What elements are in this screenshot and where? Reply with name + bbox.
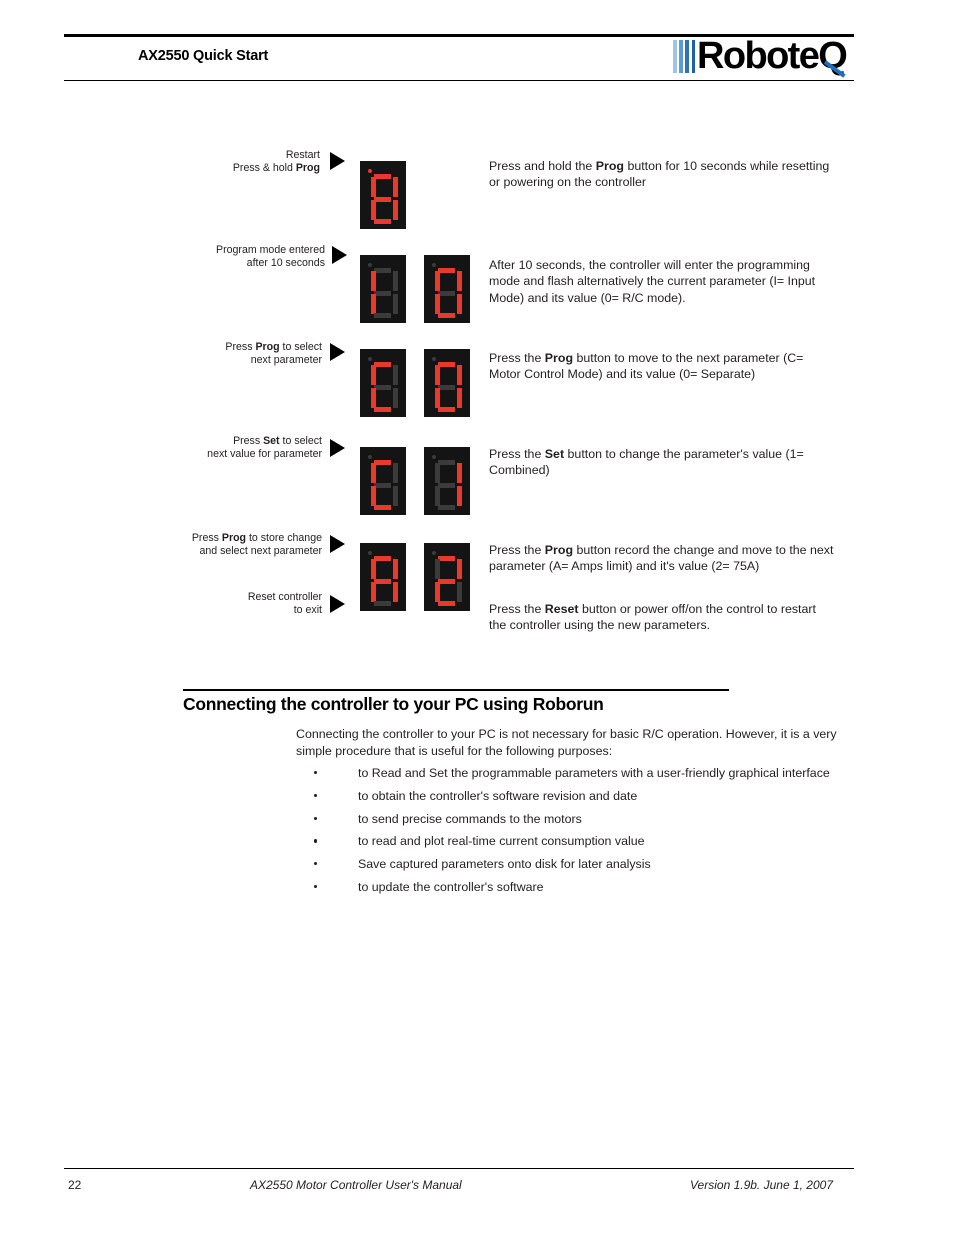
- step-5-caption-line-1: Press Prog to store change: [191, 532, 322, 544]
- list-item: to read and plot real-time current consu…: [312, 833, 857, 850]
- step-2-display-2: [424, 255, 470, 323]
- bullet-icon: [314, 862, 318, 866]
- list-item-text: to send precise commands to the motors: [358, 811, 582, 826]
- step-3-arrow-icon: [330, 343, 345, 361]
- list-item-text: to update the controller's software: [358, 879, 544, 894]
- step-4-display-2: [424, 447, 470, 515]
- list-item: to send precise commands to the motors: [312, 811, 857, 828]
- step-1-display-1: [360, 161, 406, 229]
- bullet-icon: [314, 793, 318, 797]
- step-5-caption-line-2: and select next parameter: [199, 545, 323, 557]
- step-2-display-1: [360, 255, 406, 323]
- step-4-caption-line-1: Press Set to select: [233, 435, 322, 447]
- bullet-icon: [314, 816, 318, 820]
- footer-page-number: 22: [68, 1178, 82, 1192]
- step-5-arrow-icon: [330, 535, 345, 553]
- step-4-description: Press the Set button to change the param…: [489, 447, 804, 478]
- step-3-display-1: [360, 349, 406, 417]
- step-2-arrow-icon: [332, 246, 347, 264]
- step-4-caption: Press Set to select next value for param…: [110, 435, 322, 461]
- step-4-display-1: [360, 447, 406, 515]
- footer-version: Version 1.9b. June 1, 2007: [690, 1178, 833, 1192]
- step-1-caption: Restart Press & hold Prog: [120, 149, 320, 175]
- step-5-display-1: [360, 543, 406, 611]
- step-5-display-2: [424, 543, 470, 611]
- step-1-arrow-icon: [330, 152, 345, 170]
- step-2-caption: Program mode entered after 10 seconds: [130, 244, 325, 270]
- step-1-description: Press and hold the Prog button for 10 se…: [489, 159, 830, 190]
- step-3-caption: Press Prog to select next parameter: [130, 341, 322, 367]
- step-6-caption-line-1: Reset controller: [247, 591, 322, 603]
- step-3-description: Press the Prog button to move to the nex…: [489, 351, 804, 382]
- section-rule: [183, 689, 729, 691]
- bullet-icon: [314, 771, 318, 775]
- step-4-arrow-icon: [330, 439, 345, 457]
- document-page: AX2550 Quick Start RoboteQ Restart Press…: [0, 0, 954, 1235]
- step-3-display-2: [424, 349, 470, 417]
- step-6-description: Press the Reset button or power off/on t…: [489, 602, 816, 633]
- list-item: to Read and Set the programmable paramet…: [312, 765, 857, 782]
- step-3-caption-line-1: Press Prog to select: [225, 341, 322, 353]
- list-item: to obtain the controller's software revi…: [312, 788, 857, 805]
- list-item: to update the controller's software: [312, 879, 857, 896]
- programming-sequence-diagram: Restart Press & hold Prog Press and hold…: [0, 0, 954, 640]
- bullet-icon: [314, 839, 318, 843]
- step-5-caption: Press Prog to store change and select ne…: [104, 532, 322, 558]
- step-1-caption-line-2: Press & hold Prog: [232, 162, 320, 174]
- section-heading: Connecting the controller to your PC usi…: [183, 694, 604, 714]
- list-item-text: to Read and Set the programmable paramet…: [358, 766, 830, 780]
- list-item-text: to obtain the controller's software revi…: [358, 788, 638, 803]
- step-3-caption-line-2: next parameter: [250, 354, 322, 366]
- step-1-caption-line-1: Restart: [285, 149, 320, 161]
- step-5-description: Press the Prog button record the change …: [489, 543, 834, 574]
- footer-rule: [64, 1168, 854, 1170]
- step-2-description: After 10 seconds, the controller will en…: [489, 258, 816, 305]
- purposes-bullet-list: to Read and Set the programmable paramet…: [312, 765, 857, 902]
- step-2-caption-line-2: after 10 seconds: [246, 257, 325, 269]
- step-4-caption-line-2: next value for parameter: [207, 448, 322, 460]
- section-intro-paragraph: Connecting the controller to your PC is …: [296, 727, 837, 758]
- bullet-icon: [314, 884, 318, 889]
- list-item-text: Save captured parameters onto disk for l…: [358, 857, 651, 872]
- footer-manual-title: AX2550 Motor Controller User's Manual: [250, 1178, 462, 1192]
- list-item: Save captured parameters onto disk for l…: [312, 856, 857, 873]
- step-6-arrow-icon: [330, 595, 345, 613]
- step-2-caption-line-1: Program mode entered: [216, 244, 325, 256]
- step-6-caption: Reset controller to exit: [164, 591, 322, 617]
- step-6-caption-line-2: to exit: [293, 604, 322, 616]
- list-item-text: to read and plot real-time current consu…: [358, 834, 645, 849]
